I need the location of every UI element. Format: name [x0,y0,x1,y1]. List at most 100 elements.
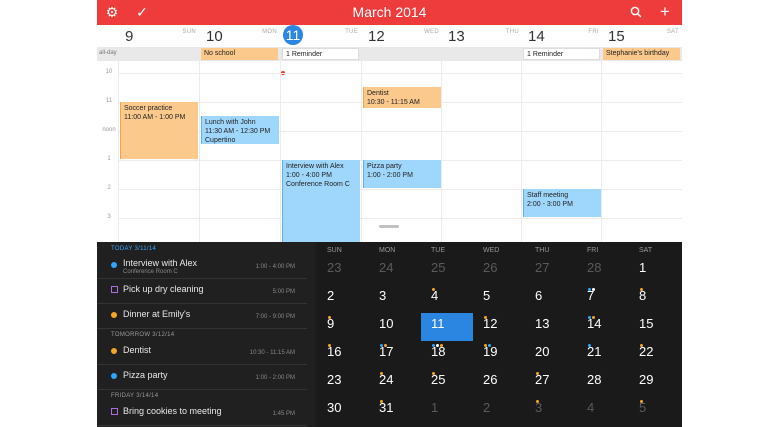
month-day-cell[interactable]: 26 [473,257,525,285]
month-day-cell[interactable]: 28 [577,369,629,397]
agenda-item[interactable]: Pizza party 1:00 - 2:00 PM [97,366,307,390]
day-header-tue[interactable]: 11 TUE [281,25,361,47]
month-day-cell[interactable]: 10 [369,313,421,347]
day-number: 12 [483,316,498,331]
weekday-label: MON [379,247,396,254]
month-day-cell[interactable]: 1 [629,257,681,291]
hour-label: 2 [107,184,111,191]
day-header-wed[interactable]: 12 WED [362,25,442,47]
event-title: Interview with Alex [286,162,344,170]
month-day-cell[interactable]: 25 [421,369,473,397]
agenda-item-time: 10:30 - 11:15 AM [249,350,295,356]
agenda-item[interactable]: Dinner at Emily's 7:00 - 9:00 PM [97,305,307,329]
day-number: 28 [587,372,602,387]
month-day-cell[interactable]: 4 [421,285,473,319]
day-number: 9 [327,316,335,331]
month-day-cell[interactable]: 3 [525,397,577,425]
agenda-section-header: TOMORROW 3/12/14 [111,332,175,338]
day-number: 19 [483,344,498,359]
day-number: 7 [587,288,595,303]
month-day-cell[interactable]: 26 [473,369,525,397]
month-day-cell[interactable]: 24 [369,369,421,403]
month-grid[interactable]: SUN MON TUE WED THU FRI SAT 23 24 25 26 27 28 1 2 3 4 5 6 7… [317,242,682,427]
month-day-cell[interactable]: 11 [421,313,473,347]
agenda-item[interactable]: Bring cookies to meeting 1:45 PM [97,402,307,426]
agenda-item[interactable]: Dentist 10:30 - 11:15 AM [97,341,307,365]
day-number: 26 [483,260,498,275]
agenda-list[interactable]: TODAY 3/11/14 Interview with Alex Conferen… [97,242,315,427]
week-grid[interactable]: 10 11 noon 1 2 3 Soccer practice 11:00 AM - 1:0… [97,61,682,242]
month-day-cell[interactable]: 5 [473,285,525,319]
month-day-cell[interactable]: 18 [421,341,473,375]
month-day-cell[interactable]: 22 [629,341,681,369]
month-day-cell[interactable]: 21 [577,341,629,369]
event-dots [328,306,332,319]
month-day-cell[interactable]: 5 [629,397,681,425]
day-header-mon[interactable]: 10 MON [200,25,280,47]
calendar-event[interactable]: Dentist 10:30 - 11:15 AM [363,87,441,108]
event-dots [484,334,492,347]
month-day-cell[interactable]: 20 [525,341,577,375]
calendar-event[interactable]: Interview with Alex 1:00 - 4:00 PM Confere… [282,159,360,242]
day-number: 6 [535,288,543,303]
month-day-cell[interactable]: 29 [629,369,681,403]
event-color-dot [111,348,117,354]
month-day-cell[interactable]: 12 [473,313,525,347]
resize-handle[interactable] [379,225,399,228]
day-header-sat[interactable]: 15 SAT [602,25,682,47]
month-day-cell[interactable]: 25 [421,257,473,291]
month-day-cell[interactable]: 15 [629,313,681,347]
month-day-cell[interactable]: 28 [577,257,629,291]
month-day-cell[interactable]: 23 [317,257,369,285]
month-day-cell[interactable]: 3 [369,285,421,313]
month-day-cell[interactable]: 31 [369,397,421,425]
all-day-event[interactable]: No school [201,48,278,60]
reminder-checkbox[interactable] [111,408,118,415]
month-day-cell[interactable]: 30 [317,397,369,425]
month-day-cell[interactable]: 9 [317,313,369,347]
month-day-cell[interactable]: 13 [525,313,577,341]
day-number: 9 [125,28,134,45]
week-day-header: 9 SUN 10 MON 11 TUE 12 WED 13 THU 14 FRI 15 SAT [97,25,682,47]
month-day-cell[interactable]: 27 [525,369,577,403]
weekday-label: THU [535,247,550,254]
plus-icon[interactable]: + [656,3,674,21]
all-day-event[interactable]: 1 Reminder [523,48,600,60]
agenda-item[interactable]: Interview with Alex Conference Room C 1:00… [97,255,307,279]
search-icon[interactable] [627,3,645,21]
day-name: SUN [182,29,196,35]
calendar-event[interactable]: Lunch with John 11:30 AM - 12:30 PM Cupert… [201,116,279,145]
day-header-fri[interactable]: 14 FRI [522,25,602,47]
calendar-event[interactable]: Staff meeting 2:00 - 3:00 PM [523,188,601,217]
event-dots [640,390,644,403]
month-day-cell[interactable]: 6 [525,285,577,313]
all-day-event[interactable]: Stephanie's birthday [603,48,680,60]
month-day-cell[interactable]: 19 [473,341,525,369]
agenda-item[interactable]: Pick up dry cleaning 5:00 PM [97,280,307,304]
event-dots [432,334,444,347]
reminder-checkbox[interactable] [111,286,118,293]
month-day-cell[interactable]: 2 [317,285,369,319]
calendar-event[interactable]: Soccer practice 11:00 AM - 1:00 PM [120,101,198,159]
all-day-event[interactable]: 1 Reminder [282,48,359,60]
day-header-thu[interactable]: 13 THU [442,25,522,47]
day-name: FRI [588,29,599,35]
event-dots [640,418,644,422]
month-day-cell[interactable]: 1 [421,397,473,425]
month-day-cell[interactable]: 27 [525,257,577,285]
month-day-cell[interactable]: 2 [473,397,525,425]
day-name: SAT [666,29,679,35]
month-day-cell[interactable]: 23 [317,369,369,397]
event-title: Staff meeting [527,191,569,199]
day-header-sun[interactable]: 9 SUN [119,25,199,47]
month-day-cell[interactable]: 4 [577,397,629,425]
event-color-dot [111,312,117,318]
month-day-cell[interactable]: 8 [629,285,681,313]
month-day-cell[interactable]: 7 [577,285,629,319]
month-day-cell[interactable]: 14 [577,313,629,347]
month-day-cell[interactable]: 24 [369,257,421,285]
month-day-cell[interactable]: 16 [317,341,369,369]
month-day-cell[interactable]: 17 [369,341,421,375]
day-number: 11 [431,316,445,331]
calendar-event[interactable]: Pizza party 1:00 - 2:00 PM [363,159,441,188]
